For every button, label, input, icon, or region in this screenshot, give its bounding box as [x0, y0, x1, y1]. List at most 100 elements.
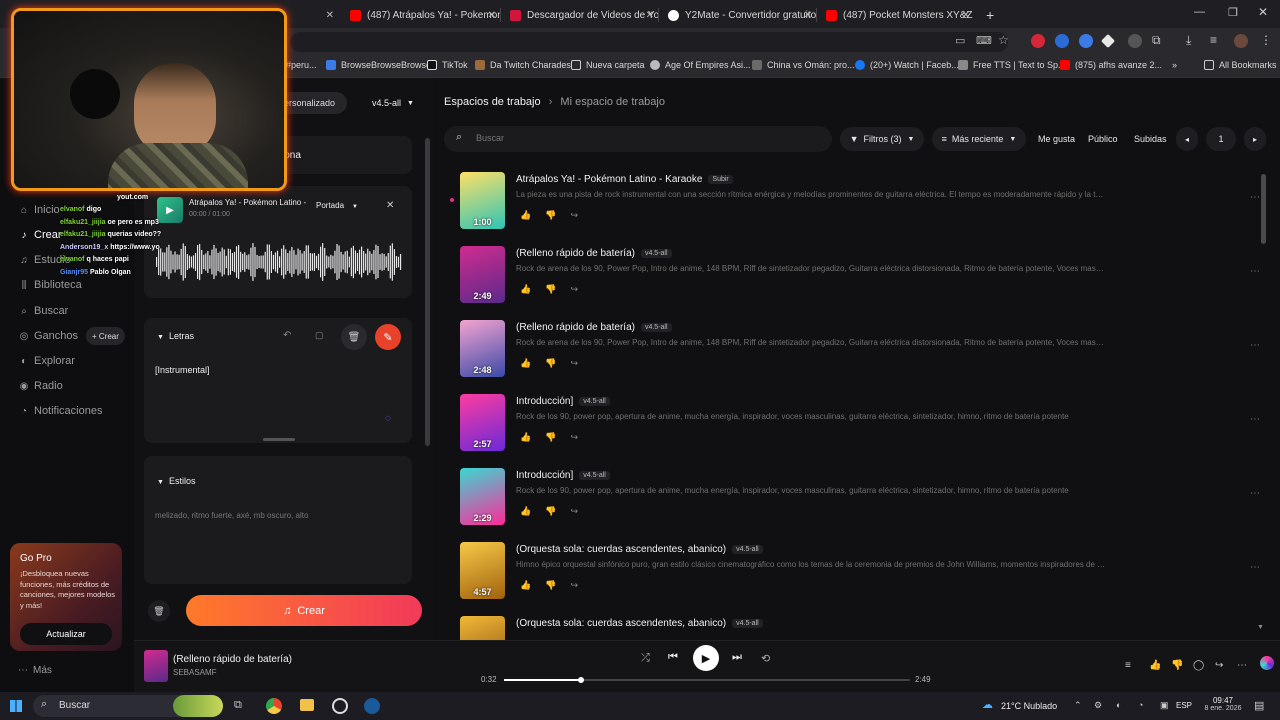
song-title[interactable]: Introducción] v4.5-all [516, 470, 610, 481]
comment-icon[interactable]: ◯ [1193, 660, 1204, 671]
tray-app-icon[interactable]: ▣ [1160, 700, 1169, 711]
sort-select[interactable]: ≡ Más reciente ▼ [932, 127, 1026, 151]
next-icon[interactable]: ⏭ [732, 651, 742, 664]
filter-chip-uploads[interactable]: Subidas [1134, 134, 1167, 144]
share-icon[interactable]: ↪ [570, 432, 592, 442]
obs-icon[interactable] [332, 698, 348, 714]
play-icon[interactable]: ▶ [693, 645, 719, 671]
breadcrumb-root[interactable]: Espacios de trabajo [444, 96, 541, 108]
upgrade-button[interactable]: Actualizar [20, 623, 112, 645]
taskbar-search[interactable]: ⌕ Buscar [33, 695, 223, 717]
song-cover[interactable]: 2:49 [460, 246, 505, 303]
notification-icon[interactable]: ▤ [1254, 699, 1264, 712]
more-icon[interactable]: ⋯ [1237, 660, 1247, 671]
resize-handle[interactable] [263, 438, 295, 441]
cover-select[interactable]: Portada ▼ [316, 201, 358, 210]
song-row[interactable]: 2:57 Introducción] v4.5-all Rock de los 90,… [460, 394, 1260, 468]
panel-scrollbar[interactable] [425, 138, 430, 446]
song-cover[interactable]: 4:57 [460, 542, 505, 599]
lyrics-text[interactable]: [Instrumental] [155, 365, 210, 375]
chrome-icon[interactable] [266, 698, 282, 714]
bookmark-item[interactable]: (875) afhs avanze 2... [1060, 60, 1162, 70]
song-title[interactable]: (Orquesta sola: cuerdas ascendentes, aba… [516, 544, 763, 555]
thumbs-down-icon[interactable]: 👎 [545, 210, 570, 220]
song-title[interactable]: (Orquesta sola: cuerdas ascendentes, aba… [516, 618, 763, 629]
previous-icon[interactable]: ⏮ [668, 651, 678, 664]
create-button[interactable]: ♫ Crear [186, 595, 422, 626]
filter-chip-likes[interactable]: Me gusta [1038, 134, 1075, 144]
sidebar-item-notificaciones[interactable]: ◔ Notificaciones [18, 405, 103, 417]
more-icon[interactable]: ⋯ [1250, 192, 1260, 203]
more-icon[interactable]: ⋯ [1250, 562, 1260, 573]
restore-icon[interactable]: ❐ [1228, 6, 1238, 19]
tab-pocket-monsters[interactable]: (487) Pocket Monsters XY&Z O ✕ [818, 4, 974, 26]
share-icon[interactable]: ↪ [570, 506, 592, 516]
windows-start-icon[interactable] [10, 700, 22, 712]
song-title[interactable]: (Relleno rápido de batería) v4.5-all [516, 322, 672, 333]
waveform[interactable] [156, 236, 402, 288]
share-icon[interactable]: ↪ [1215, 660, 1223, 671]
language-indicator[interactable]: ESP [1176, 701, 1192, 710]
sidebar-item-inicio[interactable]: ⌂ Inicio [18, 204, 60, 216]
page-number[interactable]: 1 [1206, 127, 1236, 151]
more-icon[interactable]: ⋯ [1250, 340, 1260, 351]
progress-handle[interactable] [578, 677, 585, 683]
play-icon[interactable]: ▶ [157, 197, 183, 223]
close-icon[interactable]: ✕ [488, 10, 496, 21]
file-explorer-icon[interactable] [300, 699, 314, 711]
tray-app-icon[interactable]: ◐ [1116, 700, 1121, 710]
song-row[interactable]: 4:57 (Orquesta sola: cuerdas ascendentes,… [460, 542, 1260, 616]
bookmark-item[interactable]: #peru... [286, 60, 317, 70]
queue-icon[interactable]: ≡ [1125, 660, 1131, 671]
avatar[interactable] [1234, 34, 1248, 48]
tray-app-icon[interactable]: ◔ [1138, 700, 1143, 710]
thumbs-up-icon[interactable]: 👍 [520, 210, 545, 220]
more-icon[interactable]: ⋯ [1250, 266, 1260, 277]
more-icon[interactable]: ⋯ [1250, 488, 1260, 499]
tab-close-area[interactable]: ✕ [300, 4, 338, 26]
bookmark-item[interactable]: Da Twitch Charades [475, 60, 571, 70]
ganchos-create-button[interactable]: + Crear [86, 327, 125, 345]
song-title[interactable]: Introducción] v4.5-all [516, 396, 610, 407]
task-view-icon[interactable]: ⧉ [234, 699, 242, 712]
song-cover[interactable]: 2:48 [460, 320, 505, 377]
next-page-button[interactable]: ▸ [1244, 127, 1266, 151]
magic-wand-icon[interactable]: ✎ [375, 324, 401, 350]
thumbs-down-icon[interactable]: 👎 [545, 580, 570, 590]
thumbs-down-icon[interactable]: 👎 [545, 284, 570, 294]
now-playing-cover[interactable] [144, 650, 168, 682]
styles-input[interactable]: melizado, ritmo fuerte, axé, mb oscuro, … [155, 511, 308, 520]
lyrics-header[interactable]: ▼ Letras [157, 331, 194, 341]
thumbs-up-icon[interactable]: 👍 [520, 506, 545, 516]
thumbs-up-icon[interactable]: 👍 [520, 284, 545, 294]
thumbs-up-icon[interactable]: 👍 [520, 358, 545, 368]
trash-icon[interactable]: 🗑 [148, 600, 170, 622]
filter-chip-public[interactable]: Público [1088, 134, 1118, 144]
more-icon[interactable]: ⋯ [1250, 414, 1260, 425]
sidebar-item-biblioteca[interactable]: ⫼ Biblioteca [18, 279, 82, 291]
bookmark-item[interactable]: Nueva carpeta [571, 60, 645, 70]
tab-search-icon[interactable]: ≡ [1210, 33, 1217, 47]
search-input[interactable]: ⌕ Buscar [444, 126, 832, 152]
thumbs-up-icon[interactable]: 👍 [520, 432, 545, 442]
song-row[interactable]: 2:49 (Relleno rápido de batería) v4.5-all R… [460, 246, 1260, 320]
tray-chevron-icon[interactable]: ⌃ [1074, 700, 1082, 711]
extension-icon[interactable] [1055, 34, 1069, 48]
bookmark-star-icon[interactable]: ☆ [998, 33, 1009, 47]
scroll-down-icon[interactable]: ▼ [1257, 624, 1264, 631]
new-tab-button[interactable]: + [978, 4, 1000, 26]
list-scrollbar[interactable] [1261, 174, 1266, 244]
close-icon[interactable]: ✕ [646, 10, 654, 21]
song-title[interactable]: Atrápalos Ya! - Pokémon Latino - Karaoke… [516, 174, 733, 185]
thumbs-down-icon[interactable]: 👎 [545, 506, 570, 516]
more-menu[interactable]: ⋯ Más [18, 665, 52, 676]
styles-header[interactable]: ▼ Estilos [157, 476, 195, 486]
now-playing-title[interactable]: (Relleno rápido de batería) [173, 654, 292, 665]
filters-button[interactable]: ▼ Filtros (3) ▼ [840, 127, 924, 151]
undo-icon[interactable]: ↶ [283, 330, 291, 341]
close-icon[interactable]: ✕ [386, 200, 394, 211]
song-row[interactable]: 1:00 Atrápalos Ya! - Pokémon Latino - Kar… [460, 172, 1260, 246]
close-icon[interactable]: ✕ [804, 10, 812, 21]
visualizer-icon[interactable] [1260, 656, 1274, 670]
progress-bar[interactable] [504, 677, 910, 683]
